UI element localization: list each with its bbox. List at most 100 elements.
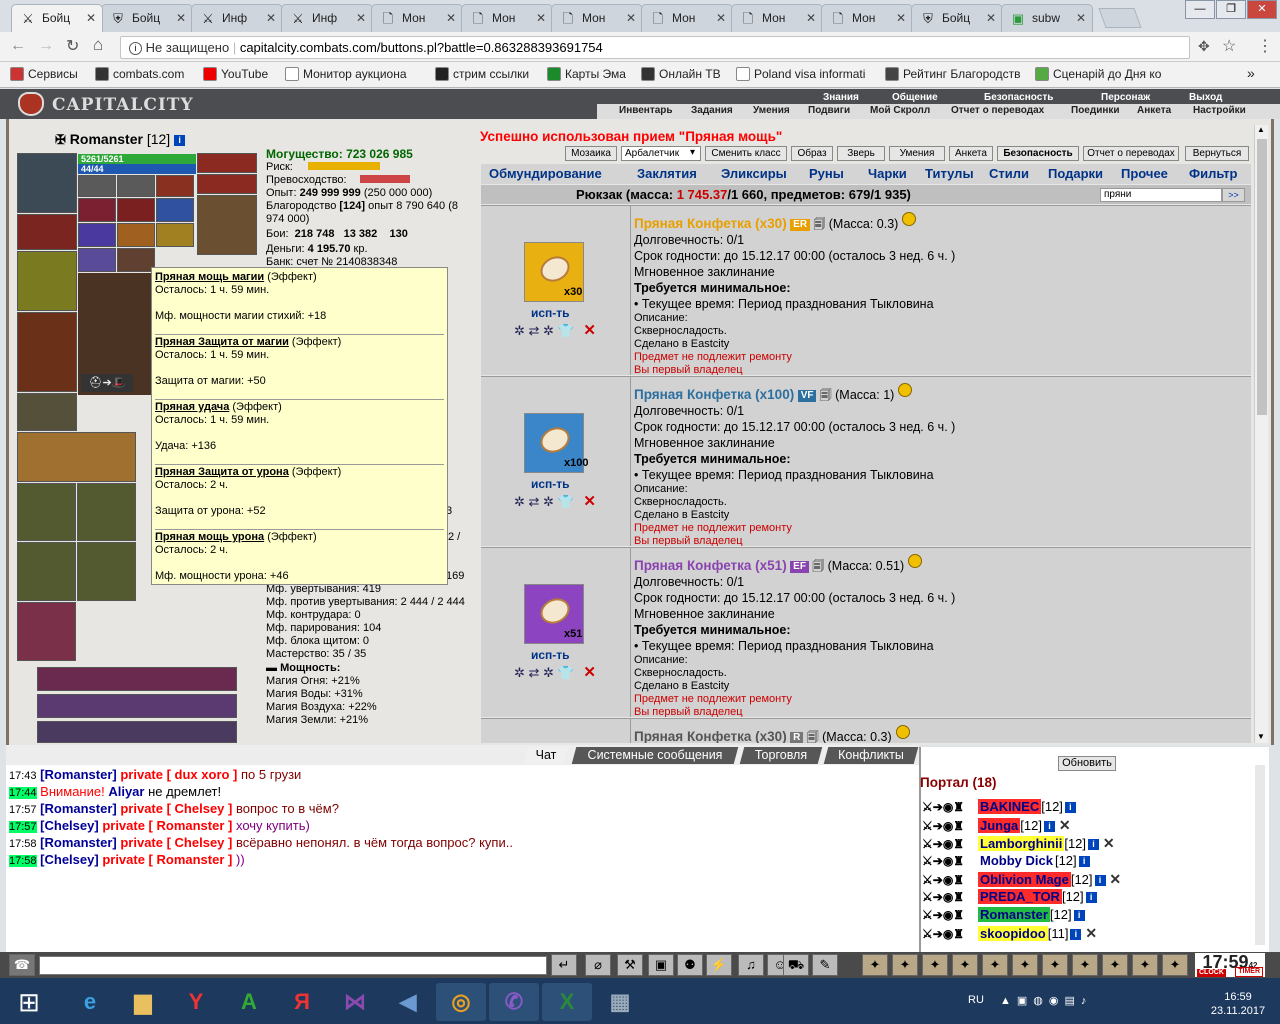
- close-tab-icon[interactable]: ✕: [446, 11, 456, 25]
- inv-tab-9[interactable]: Фильтр: [1189, 166, 1238, 181]
- gear-icon[interactable]: ✲: [514, 323, 529, 338]
- speaker-icon[interactable]: ◀: [383, 983, 433, 1021]
- gear-icon[interactable]: ✲: [514, 665, 529, 680]
- sub-button-3[interactable]: Образ: [791, 146, 833, 161]
- character-name[interactable]: Romanster: [70, 131, 143, 147]
- quick-action-icon[interactable]: ✦: [1012, 954, 1038, 976]
- top-menu-item-3[interactable]: Персонаж: [1101, 92, 1150, 103]
- back-icon[interactable]: ←: [10, 37, 26, 55]
- gloves-slot[interactable]: [197, 195, 257, 255]
- item-name[interactable]: Пряная Конфетка (x51): [634, 558, 787, 573]
- collapse-icon[interactable]: ▬: [266, 662, 277, 674]
- dropdown-arrow-icon[interactable]: ▾: [690, 147, 695, 158]
- tab-9[interactable]: 🗋 Мон ✕: [821, 4, 913, 32]
- battle-icon[interactable]: ✕: [1106, 871, 1121, 887]
- bag-slot-3[interactable]: [17, 542, 76, 601]
- use-link[interactable]: исп-ть: [531, 306, 570, 320]
- user-name[interactable]: Romanster: [978, 907, 1050, 922]
- close-tab-icon[interactable]: ✕: [986, 11, 996, 25]
- transfer-icon[interactable]: ⇄: [529, 323, 544, 338]
- site-logo[interactable]: CAPITALCITY: [8, 91, 193, 117]
- user-info-icon[interactable]: i: [1073, 910, 1085, 921]
- toolbar-icon-4[interactable]: ⚉: [677, 954, 703, 976]
- close-tab-icon[interactable]: ✕: [86, 11, 96, 25]
- chat-author[interactable]: [Romanster]: [40, 801, 117, 816]
- user-status-icons[interactable]: ⚔➔◉♜: [922, 819, 978, 833]
- sub-menu-item-7[interactable]: Анкета: [1137, 105, 1171, 116]
- sub-button-4[interactable]: Зверь: [837, 146, 885, 161]
- user-name[interactable]: Mobby Dick: [978, 853, 1055, 868]
- toolbar-icon-3[interactable]: ▣: [648, 954, 674, 976]
- bookmark-2[interactable]: YouTube: [203, 67, 268, 81]
- start-button[interactable]: ⊞: [4, 983, 54, 1021]
- use-link[interactable]: исп-ть: [531, 477, 570, 491]
- sub-button-9[interactable]: Вернуться: [1185, 146, 1249, 161]
- user-status-icons[interactable]: ⚔➔◉♜: [922, 890, 978, 904]
- user-status-icons[interactable]: ⚔➔◉♜: [922, 837, 978, 851]
- sub-menu-item-2[interactable]: Умения: [753, 105, 790, 116]
- scroll-slot-4[interactable]: [78, 223, 116, 247]
- item-name[interactable]: Пряная Конфетка (x30): [634, 216, 787, 231]
- scroll-down-icon[interactable]: ▼: [1257, 732, 1265, 741]
- bookmark-0[interactable]: Сервисы: [10, 67, 78, 81]
- sub-menu-item-4[interactable]: Мой Скролл: [870, 105, 930, 116]
- filter-input[interactable]: пряни: [1100, 188, 1222, 202]
- tab-5[interactable]: 🗋 Мон ✕: [461, 4, 553, 32]
- quick-action-icon[interactable]: ✦: [1072, 954, 1098, 976]
- top-menu-item-2[interactable]: Безопасность: [984, 92, 1053, 103]
- toolbar-icon-6[interactable]: ♫: [738, 954, 764, 976]
- chat-tab-3[interactable]: Конфликты: [823, 747, 919, 764]
- user-name[interactable]: Oblivion Mage: [978, 872, 1071, 887]
- quick-slots-row-1[interactable]: [37, 667, 237, 691]
- chat-author[interactable]: [Chelsey]: [40, 852, 99, 867]
- user-info-icon[interactable]: i: [1078, 856, 1090, 867]
- chrome-icon[interactable]: ◎: [436, 983, 486, 1021]
- earring-slot[interactable]: [197, 153, 257, 173]
- tray-icons[interactable]: ▲▣◍◉▤♪: [1000, 994, 1092, 1007]
- amulet-slot[interactable]: [197, 174, 257, 194]
- item-name[interactable]: Пряная Конфетка (x100): [634, 387, 794, 402]
- quick-action-icon[interactable]: ✦: [1102, 954, 1128, 976]
- ring-slot-2[interactable]: [117, 175, 155, 197]
- bookmark-6[interactable]: Онлайн ТВ: [641, 67, 721, 81]
- transfer-icon[interactable]: ⇄: [529, 665, 544, 680]
- gear-icon[interactable]: ✲: [543, 665, 558, 680]
- quick-action-icon[interactable]: ✦: [1162, 954, 1188, 976]
- chat-tab-2[interactable]: Торговля: [739, 747, 823, 764]
- toolbar-icon-5[interactable]: ⚡: [706, 954, 732, 976]
- more-bookmarks-icon[interactable]: »: [1247, 65, 1255, 81]
- yandex-browser-icon[interactable]: Y: [171, 983, 221, 1021]
- quick-action-icon[interactable]: ✦: [862, 954, 888, 976]
- armor-slot[interactable]: [17, 312, 77, 392]
- calculator-icon[interactable]: ▦: [595, 983, 645, 1021]
- close-tab-icon[interactable]: ✕: [176, 11, 186, 25]
- ie-icon[interactable]: e: [65, 983, 115, 1021]
- tab-7[interactable]: 🗋 Мон ✕: [641, 4, 733, 32]
- tab-10[interactable]: ⛨ Бойц ✕: [911, 4, 1003, 32]
- close-tab-icon[interactable]: ✕: [806, 11, 816, 25]
- scroll-up-icon[interactable]: ▲: [1257, 125, 1265, 134]
- battle-icon[interactable]: ✕: [1081, 925, 1097, 941]
- gear-icon[interactable]: ✲: [514, 494, 529, 509]
- belt-slot[interactable]: [17, 393, 77, 431]
- scroll-thumb[interactable]: [1257, 139, 1267, 415]
- chat-author[interactable]: [Romanster]: [40, 835, 117, 850]
- toolbar-icon-8[interactable]: ⛟: [783, 954, 809, 976]
- close-tab-icon[interactable]: ✕: [896, 11, 906, 25]
- forward-icon[interactable]: →: [38, 37, 54, 55]
- chat-tab-1[interactable]: Системные сообщения: [571, 747, 739, 764]
- filter-go-button[interactable]: >>: [1222, 188, 1245, 202]
- shirt-icon[interactable]: 👕: [558, 494, 578, 509]
- sub-button-2[interactable]: Сменить класс: [705, 146, 787, 161]
- user-name[interactable]: skoopidoo: [978, 926, 1048, 941]
- transfer-icon[interactable]: ⇄: [529, 494, 544, 509]
- quick-action-icon[interactable]: ✦: [1132, 954, 1158, 976]
- tab-6[interactable]: 🗋 Мон ✕: [551, 4, 643, 32]
- inv-tab-8[interactable]: Прочее: [1121, 166, 1168, 181]
- toolbar-icon-9[interactable]: ✎: [812, 954, 838, 976]
- bag-slot-4[interactable]: [77, 542, 136, 601]
- close-tab-icon[interactable]: ✕: [536, 11, 546, 25]
- copy-icon[interactable]: 🗐: [803, 730, 822, 743]
- chat-private[interactable]: private [ Romanster ]: [102, 852, 232, 867]
- bookmark-9[interactable]: Сценарій до Дня ко: [1035, 67, 1161, 81]
